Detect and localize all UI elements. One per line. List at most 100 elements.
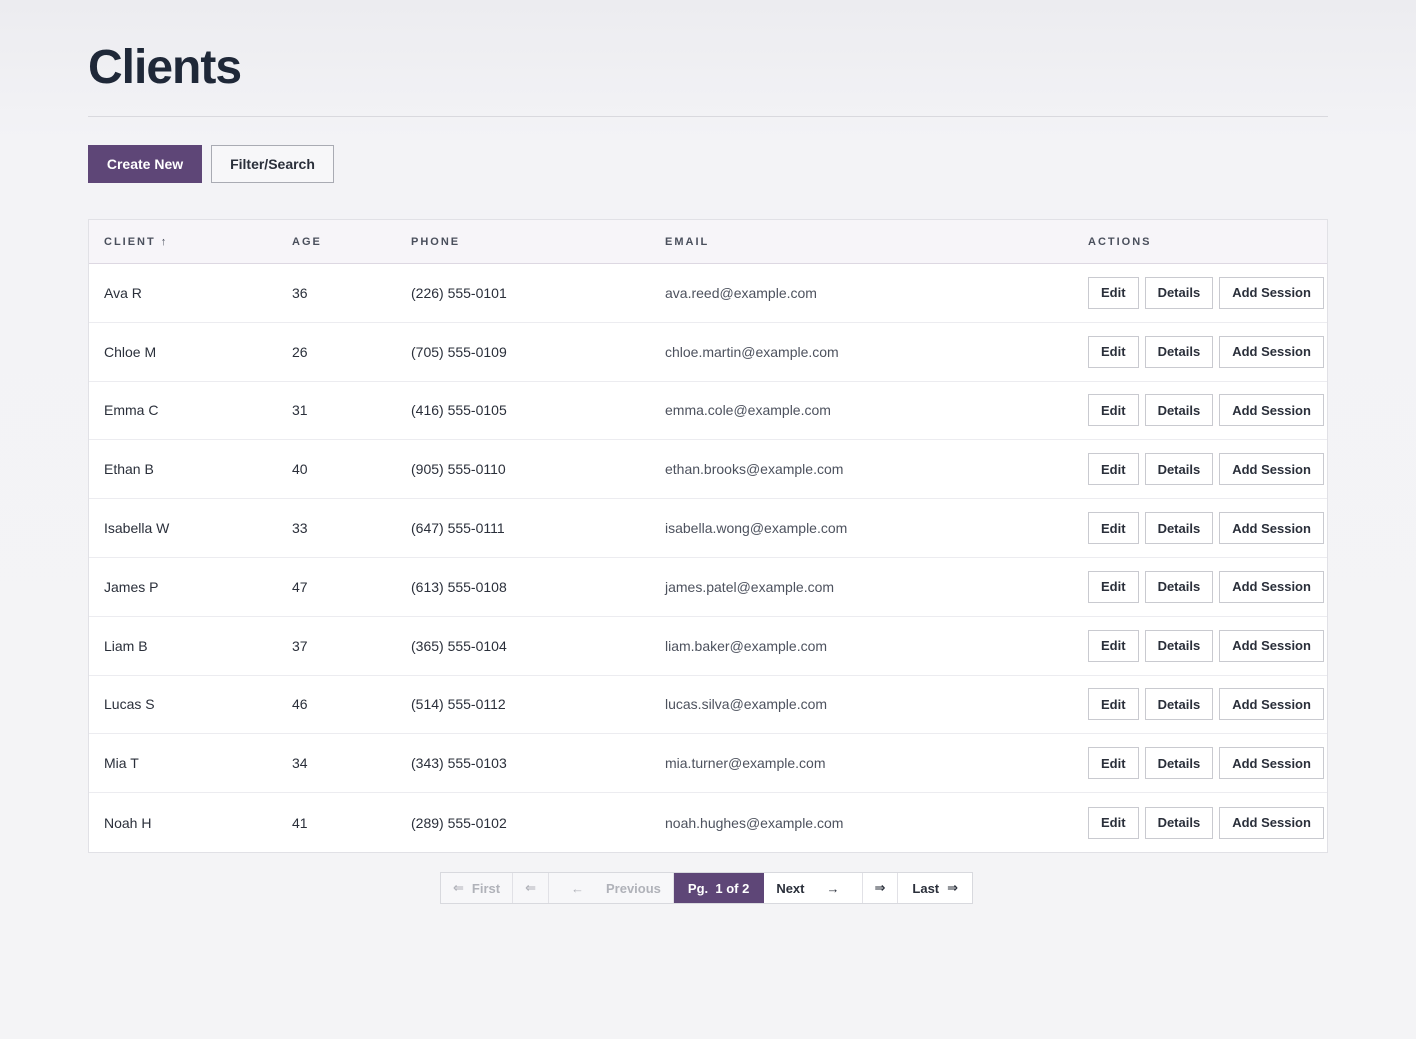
previous-label: Previous [605,880,661,896]
create-new-button[interactable]: Create New [88,145,202,183]
previous-page-arrow-button[interactable]: ⇐ [513,873,549,903]
client-email: noah.hughes@example.com [665,814,844,831]
client-phone: (289) 555-0102 [411,814,507,831]
add-session-button[interactable]: Add Session [1219,276,1324,309]
row-actions: Edit Details Add Session [1088,323,1324,381]
details-button[interactable]: Details [1144,335,1214,368]
filter-search-button[interactable]: Filter/Search [211,145,334,183]
client-phone: (514) 555-0112 [411,696,506,713]
last-arrow-icon: ⇒ [947,880,959,895]
client-name: Chloe M [104,343,157,360]
first-arrow-icon: ⇐ [453,880,464,895]
client-email: lucas.silva@example.com [665,696,828,713]
column-header-client[interactable]: CLIENT ↑ [104,220,168,264]
double-right-arrow-icon: ⇒ [874,880,886,895]
add-session-button[interactable]: Add Session [1219,570,1324,603]
client-name: Isabella W [104,520,170,537]
details-button[interactable]: Details [1144,688,1214,721]
last-page-button[interactable]: Last ⇒ [898,873,972,903]
client-email: emma.cole@example.com [665,402,831,419]
table-row: Ethan B 40 (905) 555-0110 ethan.brooks@exam… [89,440,1327,500]
edit-button[interactable]: Edit [1088,335,1139,368]
client-phone: (416) 555-0105 [411,402,507,419]
details-button[interactable]: Details [1144,453,1214,486]
edit-button[interactable]: Edit [1088,747,1139,780]
add-session-button[interactable]: Add Session [1219,629,1324,662]
column-header-age[interactable]: AGE [292,220,322,264]
edit-button[interactable]: Edit [1088,276,1139,309]
edit-button[interactable]: Edit [1088,453,1139,486]
client-name: Emma C [104,402,159,419]
table-row: Noah H 41 (289) 555-0102 noah.hughes@exampl… [89,793,1327,852]
add-session-button[interactable]: Add Session [1219,453,1324,486]
client-name: James P [104,578,159,595]
right-arrow-icon: → [826,880,840,896]
table-header: CLIENT ↑ AGE PHONE EMAIL ACTIONS [89,220,1327,264]
client-age: 37 [292,637,308,654]
row-actions: Edit Details Add Session [1088,676,1324,734]
row-actions: Edit Details Add Session [1088,558,1324,616]
current-page-indicator: Pg. 1 of 2 [673,873,765,903]
row-actions: Edit Details Add Session [1088,617,1324,675]
client-age: 46 [292,696,308,713]
add-session-button[interactable]: Add Session [1219,747,1324,780]
client-name: Mia T [104,755,139,772]
double-left-arrow-icon: ⇐ [525,880,536,895]
client-phone: (343) 555-0103 [411,755,507,772]
details-button[interactable]: Details [1144,394,1214,427]
client-name: Lucas S [104,696,155,713]
details-button[interactable]: Details [1144,570,1214,603]
add-session-button[interactable]: Add Session [1219,394,1324,427]
client-age: 31 [292,402,308,419]
edit-button[interactable]: Edit [1088,512,1139,545]
previous-button[interactable]: ← Previous [548,873,674,903]
client-age: 34 [292,755,308,772]
client-name: Liam B [104,637,148,654]
first-page-button[interactable]: ⇐ First [441,873,514,903]
client-email: james.patel@example.com [665,578,835,595]
client-phone: (647) 555-0111 [411,520,505,537]
next-page-arrow-button[interactable]: ⇒ [863,873,899,903]
details-button[interactable]: Details [1144,747,1214,780]
client-phone: (905) 555-0110 [411,461,506,478]
table-row: Lucas S 46 (514) 555-0112 lucas.silva@examp… [89,676,1327,735]
edit-button[interactable]: Edit [1088,806,1139,839]
edit-button[interactable]: Edit [1088,394,1139,427]
table-row: Mia T 34 (343) 555-0103 mia.turner@example.… [89,734,1327,794]
column-header-actions: ACTIONS [1088,236,1152,248]
column-header-phone[interactable]: PHONE [411,220,460,264]
client-age: 26 [292,343,308,360]
client-email: mia.turner@example.com [665,755,826,772]
title-divider [88,116,1328,117]
details-button[interactable]: Details [1144,806,1214,839]
table-row: Liam B 37 (365) 555-0104 liam.baker@example… [89,617,1327,676]
next-button[interactable]: Next → [764,873,863,903]
client-email: isabella.wong@example.com [665,520,848,537]
client-age: 36 [292,284,308,301]
edit-button[interactable]: Edit [1088,629,1139,662]
row-actions: Edit Details Add Session [1088,734,1324,792]
clients-table: CLIENT ↑ AGE PHONE EMAIL ACTIONS Ava R 36… [88,219,1328,853]
edit-button[interactable]: Edit [1088,688,1139,721]
client-phone: (365) 555-0104 [411,637,507,654]
table-row: Chloe M 26 (705) 555-0109 chloe.martin@exam… [89,323,1327,382]
column-header-email[interactable]: EMAIL [665,220,709,264]
details-button[interactable]: Details [1144,512,1214,545]
client-email: ava.reed@example.com [665,284,817,301]
client-age: 47 [292,578,308,595]
details-button[interactable]: Details [1144,276,1214,309]
row-actions: Edit Details Add Session [1088,440,1324,498]
add-session-button[interactable]: Add Session [1219,806,1324,839]
next-label: Next [776,880,805,896]
client-email: ethan.brooks@example.com [665,461,844,478]
client-age: 40 [292,461,308,478]
details-button[interactable]: Details [1144,629,1214,662]
add-session-button[interactable]: Add Session [1219,688,1324,721]
pagination: ⇐ First ⇐ ← Previous Pg. 1 of 2 Next → ⇒… [440,872,974,904]
add-session-button[interactable]: Add Session [1219,335,1324,368]
add-session-button[interactable]: Add Session [1219,512,1324,545]
client-email: chloe.martin@example.com [665,343,839,360]
row-actions: Edit Details Add Session [1088,264,1324,322]
client-name: Noah H [104,814,152,831]
edit-button[interactable]: Edit [1088,570,1139,603]
